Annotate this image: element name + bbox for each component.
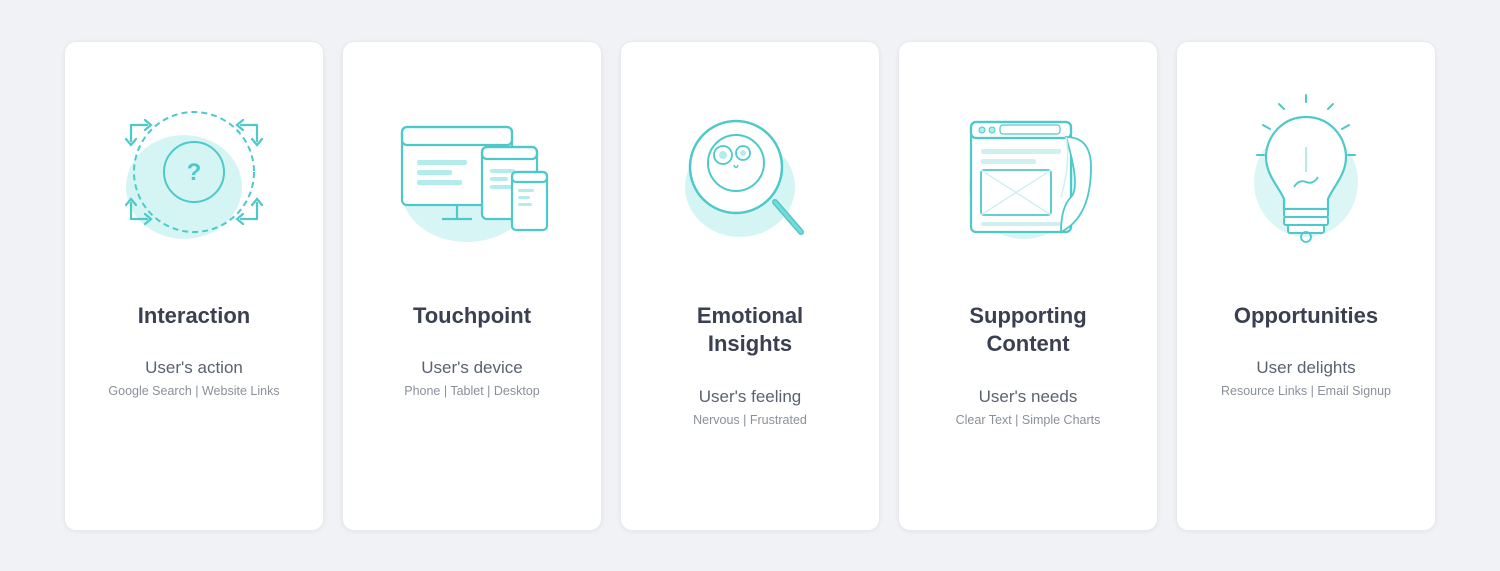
emotional-insights-title: Emotional Insights xyxy=(697,302,803,359)
touchpoint-subtitle: User's device xyxy=(421,358,523,378)
supporting-content-subtitle: User's needs xyxy=(979,387,1078,407)
supporting-content-icon-area xyxy=(919,72,1137,272)
card-supporting-content: Supporting Content User's needs Clear Te… xyxy=(898,41,1158,531)
emotional-insights-detail: Nervous | Frustrated xyxy=(693,413,807,427)
cards-container: ? xyxy=(0,11,1500,561)
touchpoint-title: Touchpoint xyxy=(413,302,531,331)
interaction-detail: Google Search | Website Links xyxy=(108,384,279,398)
opportunities-icon-area xyxy=(1197,72,1415,272)
touchpoint-icon-area xyxy=(363,72,581,272)
card-opportunities: Opportunities User delights Resource Lin… xyxy=(1176,41,1436,531)
interaction-subtitle: User's action xyxy=(145,358,243,378)
card-interaction: ? xyxy=(64,41,324,531)
card-emotional-insights: Emotional Insights User's feeling Nervou… xyxy=(620,41,880,531)
supporting-content-title: Supporting Content xyxy=(969,302,1086,359)
touchpoint-detail: Phone | Tablet | Desktop xyxy=(404,384,540,398)
interaction-icon-area: ? xyxy=(85,72,303,272)
svg-text:?: ? xyxy=(187,159,202,186)
opportunities-title: Opportunities xyxy=(1234,302,1378,331)
supporting-content-detail: Clear Text | Simple Charts xyxy=(956,413,1101,427)
card-touchpoint: Touchpoint User's device Phone | Tablet … xyxy=(342,41,602,531)
opportunities-subtitle: User delights xyxy=(1256,358,1355,378)
emotional-insights-subtitle: User's feeling xyxy=(699,387,801,407)
emotional-insights-icon-area xyxy=(641,72,859,272)
opportunities-detail: Resource Links | Email Signup xyxy=(1221,384,1391,398)
interaction-title: Interaction xyxy=(138,302,250,331)
